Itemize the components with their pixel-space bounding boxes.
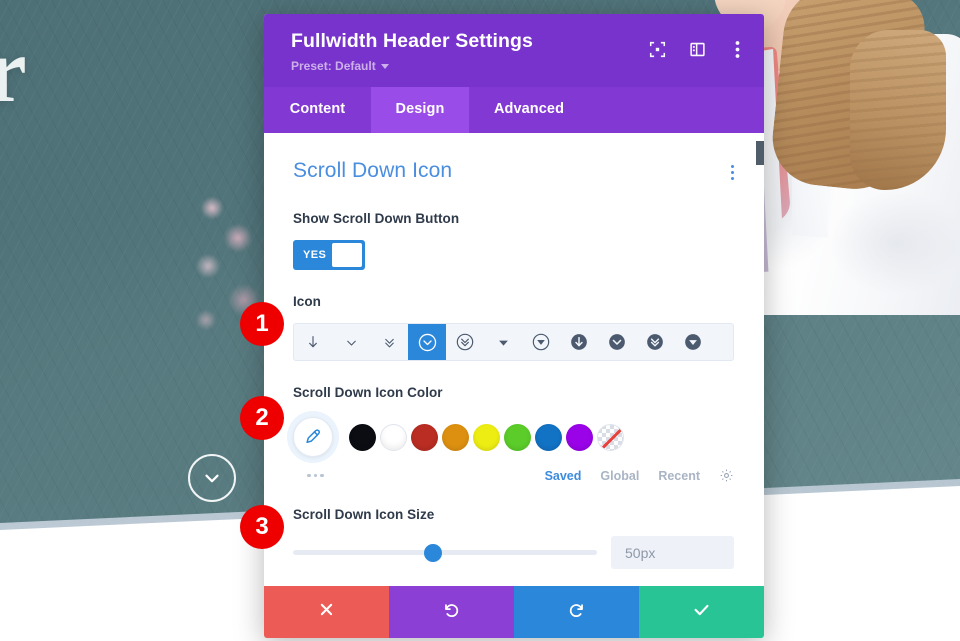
- tab-advanced[interactable]: Advanced: [469, 87, 589, 133]
- scroll-down-icon-size-field: Scroll Down Icon Size 50px: [293, 507, 734, 569]
- close-icon: [318, 601, 335, 623]
- size-slider-track[interactable]: [293, 543, 597, 562]
- caret-down-filled-icon[interactable]: [484, 324, 522, 360]
- cancel-button[interactable]: [264, 586, 389, 638]
- panel-layout-icon[interactable]: [688, 40, 706, 58]
- color-field-label: Scroll Down Icon Color: [293, 385, 443, 400]
- redo-button[interactable]: [514, 586, 639, 638]
- modal-scrollbar[interactable]: [756, 133, 764, 586]
- color-swatch-row: [293, 414, 734, 460]
- eyedropper-icon[interactable]: [293, 417, 333, 457]
- step-badge-3: 3: [240, 505, 284, 549]
- palette-tab-saved[interactable]: Saved: [545, 469, 582, 483]
- toggle-value: YES: [303, 249, 327, 261]
- arrow-down-icon[interactable]: [294, 324, 332, 360]
- color-swatch-yellow[interactable]: [473, 423, 500, 451]
- color-swatch-violet[interactable]: [566, 423, 593, 451]
- modal-scrollbar-thumb[interactable]: [756, 141, 764, 165]
- hero-title: er: [0, 19, 27, 121]
- caret-down-circle-filled-icon[interactable]: [674, 324, 712, 360]
- palette-tab-global[interactable]: Global: [600, 469, 639, 483]
- color-swatch-green[interactable]: [504, 423, 531, 451]
- palette-meta-row: Saved Global Recent: [293, 468, 734, 483]
- modal-footer: [264, 586, 764, 638]
- modal-tabs: Content Design Advanced: [264, 87, 764, 133]
- preset-label: Preset: Default: [291, 59, 376, 73]
- arrow-down-circle-filled-icon[interactable]: [560, 324, 598, 360]
- modal-body: Scroll Down Icon Show Scroll Down Button…: [264, 133, 764, 586]
- icon-field-label: Icon: [293, 294, 321, 309]
- size-field-label: Scroll Down Icon Size: [293, 507, 435, 522]
- color-swatch-transparent[interactable]: [597, 423, 624, 451]
- color-swatch-blue[interactable]: [535, 423, 562, 451]
- more-options-icon[interactable]: [728, 40, 746, 58]
- icon-field: Icon: [293, 294, 734, 361]
- chevron-down-circle-icon: [201, 467, 223, 489]
- check-icon: [692, 600, 711, 624]
- kebab-menu-icon[interactable]: [731, 159, 734, 180]
- modal-header: Fullwidth Header Settings Preset: Defaul…: [264, 14, 764, 87]
- tab-design[interactable]: Design: [371, 87, 469, 133]
- scroll-down-icon-color-field: Scroll Down Icon Color Saved Global Rece…: [293, 385, 734, 483]
- palette-tab-recent[interactable]: Recent: [658, 469, 700, 483]
- size-slider-row: 50px: [293, 536, 734, 569]
- double-chevron-down-circle-outline-icon[interactable]: [446, 324, 484, 360]
- chevron-down-circle-filled-icon[interactable]: [598, 324, 636, 360]
- chevron-down-circle-outline-icon[interactable]: [408, 324, 446, 360]
- preset-selector[interactable]: Preset: Default: [291, 59, 389, 73]
- hero-scroll-down-button[interactable]: [188, 454, 236, 502]
- section-title: Scroll Down Icon: [293, 159, 453, 182]
- more-colors-icon[interactable]: [307, 473, 324, 478]
- color-swatch-white[interactable]: [380, 423, 407, 451]
- color-swatch-black[interactable]: [349, 423, 376, 451]
- chevron-down-icon[interactable]: [332, 324, 370, 360]
- gear-icon[interactable]: [719, 468, 734, 483]
- section-header: Scroll Down Icon: [293, 159, 734, 183]
- step-badge-2: 2: [240, 396, 284, 440]
- show-scroll-down-field: Show Scroll Down Button YES: [293, 211, 734, 270]
- icon-picker-row: [293, 323, 734, 361]
- size-value-input[interactable]: 50px: [611, 536, 734, 569]
- size-slider-thumb[interactable]: [423, 543, 442, 562]
- undo-icon: [442, 600, 461, 624]
- tab-content[interactable]: Content: [264, 87, 371, 133]
- redo-icon: [567, 600, 586, 624]
- undo-button[interactable]: [389, 586, 514, 638]
- color-swatch-brick-red[interactable]: [411, 423, 438, 451]
- modal-header-actions: [648, 40, 746, 58]
- toggle-knob: [332, 243, 362, 267]
- show-scroll-down-toggle[interactable]: YES: [293, 240, 365, 270]
- double-chevron-down-icon[interactable]: [370, 324, 408, 360]
- step-badge-1: 1: [240, 302, 284, 346]
- color-swatch-amber[interactable]: [442, 423, 469, 451]
- double-chevron-down-circle-filled-icon[interactable]: [636, 324, 674, 360]
- expand-icon[interactable]: [648, 40, 666, 58]
- show-scroll-down-label: Show Scroll Down Button: [293, 211, 460, 226]
- caret-down-circle-outline-icon[interactable]: [522, 324, 560, 360]
- chevron-down-icon: [380, 63, 389, 69]
- save-button[interactable]: [639, 586, 764, 638]
- fullwidth-header-settings-modal: Fullwidth Header Settings Preset: Defaul…: [264, 14, 764, 638]
